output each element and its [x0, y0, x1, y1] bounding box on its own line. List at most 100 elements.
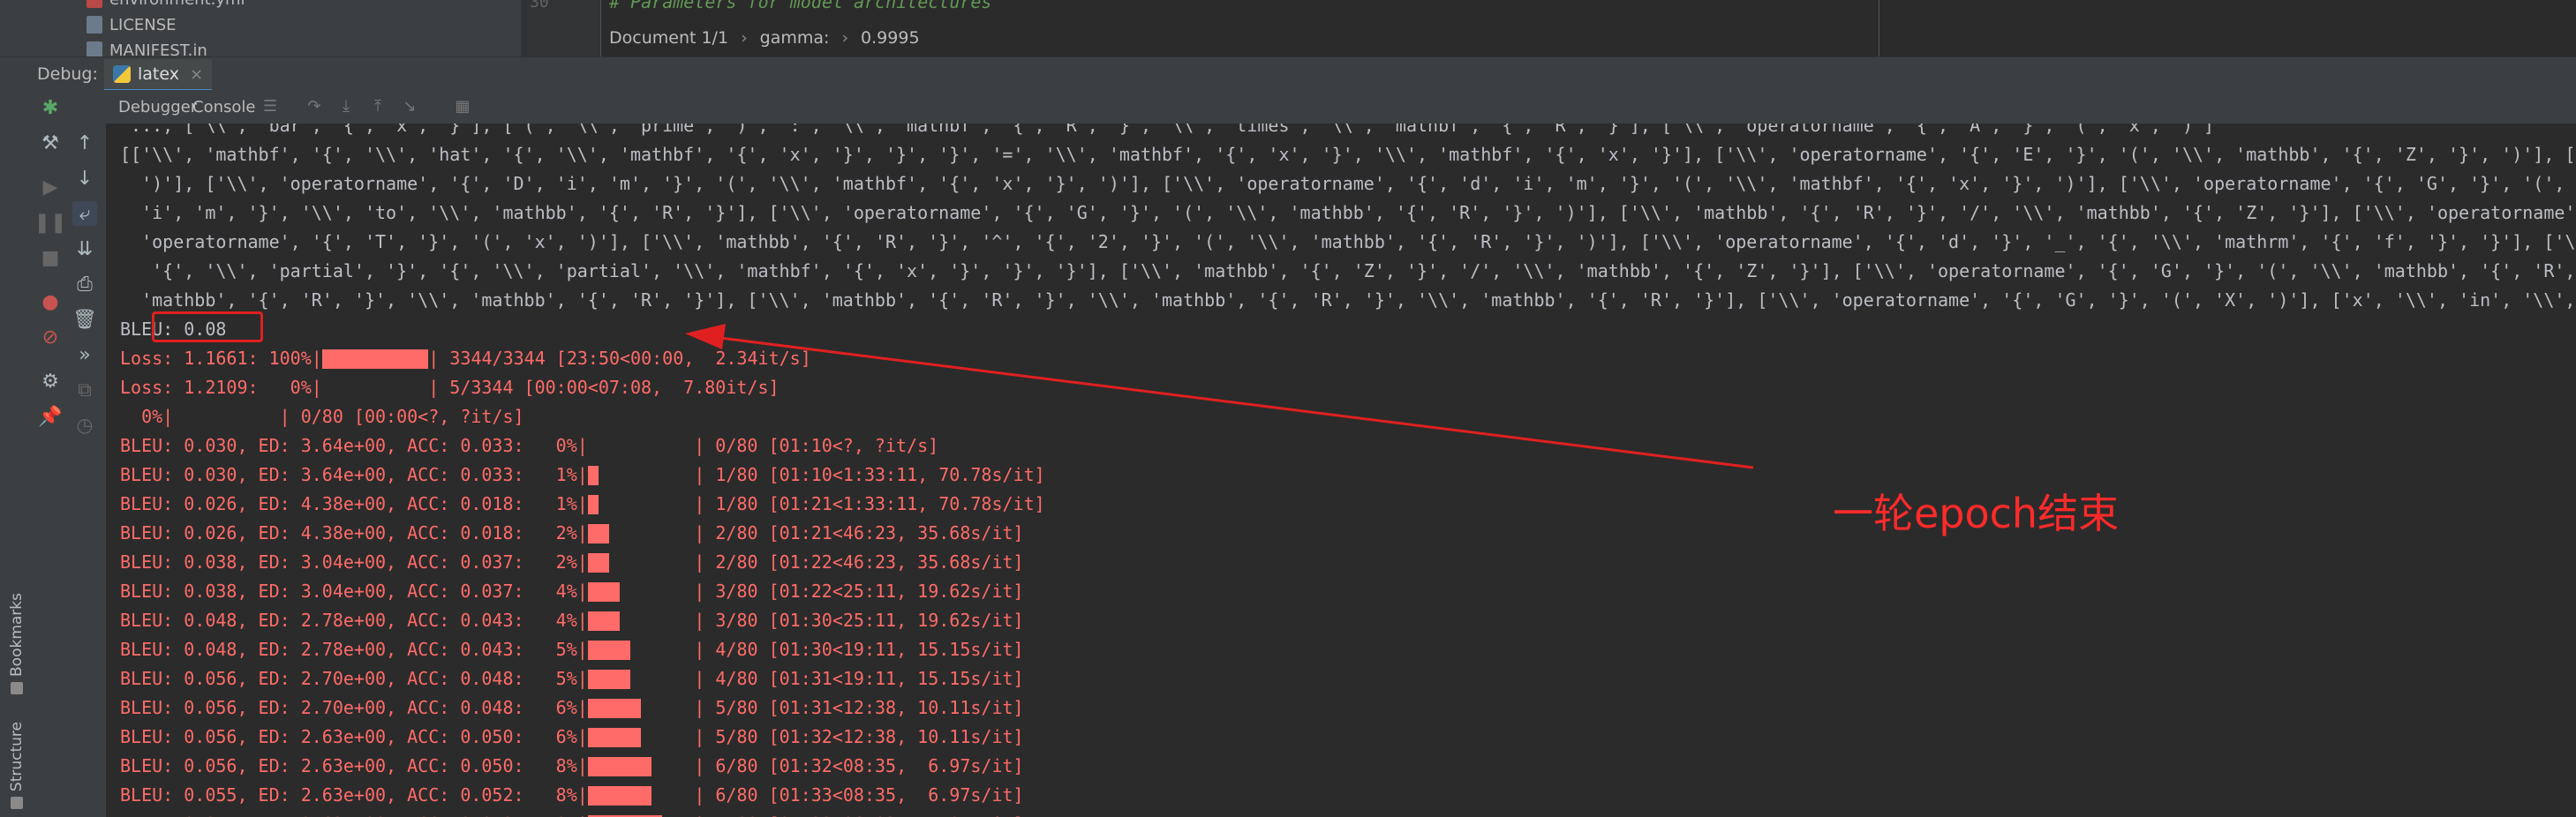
progress-bar-fill: [587, 494, 599, 514]
scroll-to-end-icon[interactable]: ⇊: [72, 236, 97, 261]
console-line-text: BLEU: 0.056, ED: 2.70e+00, ACC: 0.048: 6…: [120, 697, 588, 718]
console-line-text: BLEU: 0.026, ED: 4.38e+00, ACC: 0.018: 1…: [120, 493, 588, 514]
progress-bar: [587, 578, 695, 607]
console-line-suffix: | 7/80 [01:33<06:03, 4.97s/it]: [694, 813, 1023, 817]
tree-item-label: environment.yml: [109, 0, 245, 9]
console-line-text: 'i', 'm', '}', '\\', 'to', '\\', 'mathbb…: [141, 202, 2576, 223]
pause-icon[interactable]: ❚❚: [34, 210, 67, 235]
console-line-suffix: | 4/80 [01:30<19:11, 15.15s/it]: [694, 639, 1024, 660]
console-line: BLEU: 0.048, ED: 2.78e+00, ACC: 0.043: 5…: [120, 635, 1024, 664]
console-line: [['\\', 'mathbf', '{', '\\', 'hat', '{',…: [120, 140, 2576, 169]
console-line: BLEU: 0.055, ED: 2.63e+00, ACC: 0.052: 8…: [120, 781, 1024, 810]
left-tool-strip: Bookmarks Structure: [0, 90, 34, 817]
console-line-suffix: | 1/80 [01:10<1:33:11, 70.78s/it]: [694, 464, 1045, 485]
progress-bar-fill: [321, 349, 429, 369]
console-line-text: Loss: 1.1661: 100%|: [120, 348, 322, 369]
breadcrumb-key[interactable]: gamma:: [760, 28, 830, 48]
console-line: BLEU: 0.056, ED: 2.63e+00, ACC: 0.050: 8…: [120, 752, 1024, 781]
console-line-text: BLEU: 0.048, ED: 2.78e+00, ACC: 0.043: 4…: [120, 610, 588, 631]
console-line-text: BLEU: 0.056, ED: 2.63e+00, ACC: 0.050: 6…: [120, 726, 588, 747]
console-line-text: BLEU: 0.030, ED: 3.64e+00, ACC: 0.033: 0…: [120, 435, 939, 456]
console-line: 'mathbb', '{', 'R', '}', '\\', 'mathbb',…: [120, 286, 2576, 315]
tree-item-license[interactable]: LICENSE: [87, 13, 177, 36]
step-out-icon[interactable]: ⤒: [369, 99, 387, 115]
console-line: ..., ['\\', 'bar', '{', 'x', '}'], ['(',…: [120, 124, 2214, 140]
settings-icon[interactable]: ⚙: [38, 369, 63, 394]
bookmarks-tab[interactable]: Bookmarks: [2, 593, 32, 694]
console-line-text: ..., ['\\', 'bar', '{', 'x', '}'], ['(',…: [120, 124, 2215, 136]
progress-bar-fill: [587, 640, 630, 660]
console-line: BLEU: 0.038, ED: 3.04e+00, ACC: 0.037: 2…: [120, 548, 1024, 577]
console-line: BLEU: 0.055, ED: 2.63e+00, ACC: 0.052: 9…: [120, 810, 1024, 817]
console-line: '{', '\\', 'partial', '}', '{', '\\', 'p…: [120, 257, 2576, 286]
tree-item-environment-yml[interactable]: environment.yml: [87, 0, 245, 11]
console-line-suffix: | 6/80 [01:32<08:35, 6.97s/it]: [694, 755, 1024, 776]
progress-bar-fill: [587, 611, 620, 631]
show-variables-icon[interactable]: ⧉: [72, 378, 97, 402]
bookmark-icon: [11, 681, 23, 694]
tab-console[interactable]: Console: [185, 90, 263, 126]
scroll-up-icon[interactable]: ↑: [72, 131, 97, 155]
progress-bar-fill: [587, 698, 642, 718]
mute-breakpoints-icon[interactable]: ⊘: [38, 325, 63, 349]
console-line-suffix: | 2/80 [01:21<46:23, 35.68s/it]: [694, 522, 1024, 543]
scroll-down-icon[interactable]: ↓: [72, 166, 97, 191]
console-line-text: '{', '\\', 'partial', '}', '{', '\\', 'p…: [120, 260, 2576, 281]
console-line: BLEU: 0.026, ED: 4.38e+00, ACC: 0.018: 2…: [120, 519, 1024, 548]
wrench-icon[interactable]: ⚒: [38, 131, 63, 155]
progress-bar-fill: [587, 465, 599, 485]
console-line-text: [['\\', 'mathbf', '{', '\\', 'hat', '{',…: [120, 144, 2576, 165]
progress-bar: [321, 345, 429, 374]
close-icon[interactable]: ×: [190, 65, 203, 84]
console-line-text: 'operatorname', '{', 'T', '}', '(', 'x',…: [141, 231, 2576, 252]
execute-code-icon[interactable]: »: [72, 342, 97, 367]
view-breakpoints-icon[interactable]: ●: [38, 289, 63, 314]
pin-icon[interactable]: 📌: [38, 404, 63, 429]
console-line-text: BLEU: 0.056, ED: 2.70e+00, ACC: 0.048: 5…: [120, 668, 588, 689]
print-icon[interactable]: ⎙: [72, 272, 97, 296]
annotation-highlight-box: [152, 311, 263, 342]
soft-wrap-icon[interactable]: ⤶: [72, 201, 97, 226]
menu-icon[interactable]: ☰: [261, 99, 279, 115]
progress-bar: [587, 694, 695, 723]
debug-bug-icon[interactable]: ✱: [38, 95, 63, 120]
console-line-suffix: | 5/80 [01:31<12:38, 10.11s/it]: [694, 697, 1024, 718]
run-to-cursor-icon[interactable]: ↘: [401, 99, 418, 115]
console-line-text: BLEU: 0.030, ED: 3.64e+00, ACC: 0.033: 1…: [120, 464, 588, 485]
progress-bar-fill: [587, 581, 620, 602]
text-file-icon: [87, 16, 102, 34]
progress-bar: [587, 491, 695, 520]
breadcrumb-value[interactable]: 0.9995: [861, 28, 919, 48]
console-line: BLEU: 0.030, ED: 3.64e+00, ACC: 0.033: 1…: [120, 461, 1045, 490]
progress-bar: [587, 811, 695, 817]
console-line: 0%| | 0/80 [00:00<?, ?it/s]: [120, 402, 523, 431]
progress-bar: [587, 520, 695, 549]
clear-all-icon[interactable]: 🗑: [72, 307, 97, 332]
editor-comment-line: # Parameters for model architectures: [609, 0, 992, 12]
step-over-icon[interactable]: ↷: [305, 99, 323, 115]
console-line: BLEU: 0.026, ED: 4.38e+00, ACC: 0.018: 1…: [120, 490, 1045, 519]
debug-label: Debug:: [37, 64, 98, 84]
debug-title-bar: Debug: latex ×: [0, 56, 2576, 92]
breadcrumb-document[interactable]: Document 1/1: [609, 28, 728, 48]
yaml-file-icon: [87, 0, 102, 8]
structure-tab[interactable]: Structure: [2, 722, 32, 810]
console-line-suffix: | 2/80 [01:22<46:23, 35.68s/it]: [694, 551, 1024, 573]
debug-session-tab[interactable]: latex ×: [104, 59, 213, 92]
history-icon[interactable]: ◷: [72, 413, 97, 438]
editor-gutter: 30: [521, 0, 601, 56]
console-line-text: Loss: 1.2109: 0%| | 5/3344 [00:00<07:08,…: [120, 377, 780, 398]
debug-session-name: latex: [138, 64, 179, 84]
progress-bar: [587, 636, 695, 665]
progress-bar: [587, 461, 695, 491]
progress-bar: [587, 782, 695, 811]
console-line-text: BLEU: 0.056, ED: 2.63e+00, ACC: 0.050: 8…: [120, 755, 588, 776]
evaluate-icon[interactable]: ▦: [454, 99, 471, 115]
editor[interactable]: 30 # Parameters for model architectures …: [521, 0, 2576, 56]
console-line-text: BLEU: 0.026, ED: 4.38e+00, ACC: 0.018: 2…: [120, 522, 588, 543]
structure-icon: [11, 797, 23, 810]
console-output[interactable]: ..., ['\\', 'bar', '{', 'x', '}'], ['(',…: [106, 124, 2576, 817]
resume-icon[interactable]: ▶: [38, 175, 63, 199]
stop-icon[interactable]: ■: [38, 245, 63, 270]
step-into-icon[interactable]: ⤓: [337, 99, 355, 115]
